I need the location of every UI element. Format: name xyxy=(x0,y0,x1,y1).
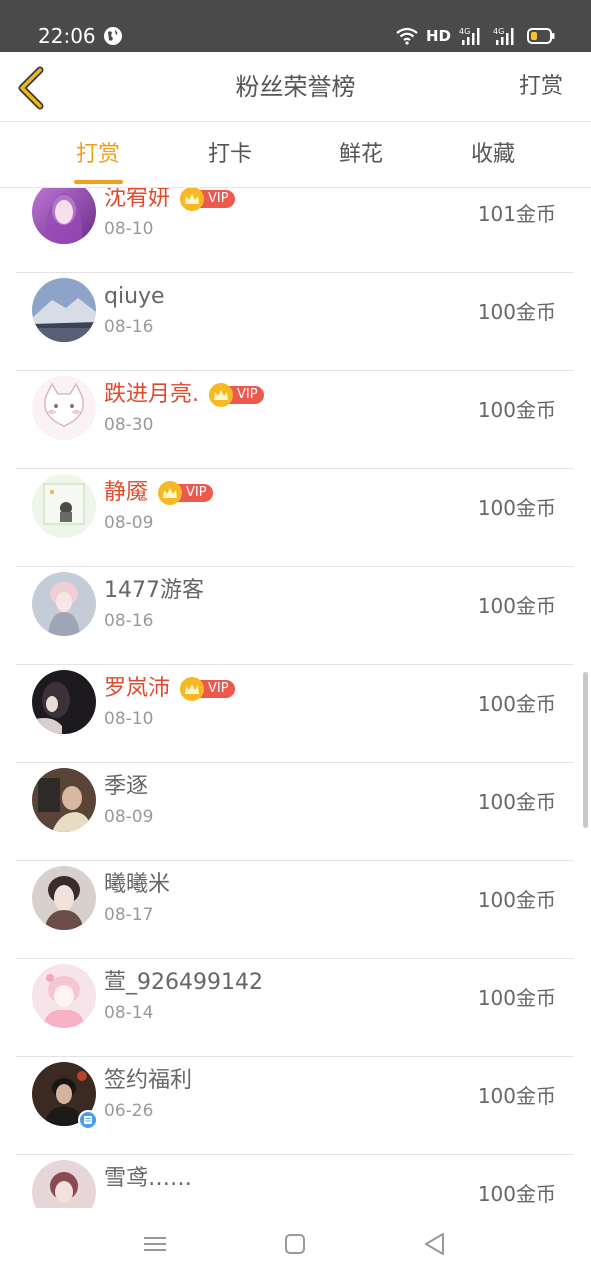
menu-icon[interactable] xyxy=(141,1230,169,1258)
list-item[interactable]: 雪鸢…… 100金币 xyxy=(16,1156,574,1208)
fan-date: 08-17 xyxy=(104,905,154,925)
fan-date: 08-09 xyxy=(104,807,154,827)
system-nav-bar xyxy=(0,1208,591,1280)
fan-amount: 100金币 xyxy=(477,692,556,716)
vip-badge: VIP xyxy=(180,677,235,701)
fan-amount: 100金币 xyxy=(477,1182,556,1206)
svg-text:4G: 4G xyxy=(493,27,504,36)
page-title: 粉丝荣誉榜 xyxy=(235,73,356,101)
battery-icon xyxy=(527,27,555,45)
signal-icon: 4G xyxy=(459,26,485,46)
globe-icon xyxy=(103,26,123,46)
list-item[interactable]: 罗岚沛 VIP 08-10 100金币 xyxy=(16,666,574,763)
fan-name: 签约福利 xyxy=(104,1068,193,1093)
list-item[interactable]: 沈宥妍 VIP 08-10 101金币 xyxy=(16,188,574,273)
avatar xyxy=(32,572,96,636)
fan-amount: 100金币 xyxy=(477,1084,556,1108)
list-item[interactable]: 季逐 08-09 100金币 xyxy=(16,764,574,861)
avatar xyxy=(32,964,96,1028)
vip-badge: VIP xyxy=(209,383,264,407)
fan-date: 06-26 xyxy=(104,1101,154,1121)
fan-name: 雪鸢…… xyxy=(104,1166,193,1191)
fan-amount: 101金币 xyxy=(477,202,556,226)
reward-action-button[interactable]: 打赏 xyxy=(519,72,563,102)
list-item[interactable]: 萱_926499142 08-14 100金币 xyxy=(16,960,574,1057)
fan-amount: 100金币 xyxy=(477,594,556,618)
fan-name: 季逐 xyxy=(104,774,149,799)
avatar xyxy=(32,278,96,342)
list-item[interactable]: 曦曦米 08-17 100金币 xyxy=(16,862,574,959)
status-time: 22:06 xyxy=(38,24,96,48)
fan-amount: 100金币 xyxy=(477,496,556,520)
fan-date: 08-30 xyxy=(104,415,154,435)
wifi-icon xyxy=(396,27,418,45)
avatar xyxy=(32,376,96,440)
avatar xyxy=(32,1160,96,1208)
header: 粉丝荣誉榜 打赏 xyxy=(0,52,591,122)
back-triangle-icon[interactable] xyxy=(421,1230,449,1258)
crown-icon xyxy=(180,677,205,701)
fan-date: 08-16 xyxy=(104,317,154,337)
home-icon[interactable] xyxy=(281,1230,309,1258)
fan-name: 曦曦米 xyxy=(104,872,171,897)
avatar xyxy=(32,188,96,244)
crown-icon xyxy=(209,383,233,407)
fan-name: qiuye xyxy=(104,284,165,309)
avatar xyxy=(32,670,96,734)
active-tab-indicator xyxy=(74,180,123,184)
fan-name: 罗岚沛 xyxy=(104,676,171,701)
fan-name: 沈宥妍 xyxy=(104,188,171,211)
fan-amount: 100金币 xyxy=(477,300,556,324)
fan-date: 08-14 xyxy=(104,1003,154,1023)
tab-flowers[interactable]: 鲜花 xyxy=(311,140,411,170)
tab-bar: 打赏 打卡 鲜花 收藏 xyxy=(0,122,591,188)
avatar xyxy=(32,768,96,832)
fan-amount: 100金币 xyxy=(477,398,556,422)
fan-amount: 100金币 xyxy=(477,888,556,912)
tab-checkin[interactable]: 打卡 xyxy=(180,140,280,170)
fan-date: 08-16 xyxy=(104,611,154,631)
hd-label: HD xyxy=(425,27,451,45)
fan-name: 跌进月亮. xyxy=(104,382,199,407)
scrollbar[interactable] xyxy=(583,672,588,828)
fan-date: 08-10 xyxy=(104,709,154,729)
tab-favorites[interactable]: 收藏 xyxy=(443,140,543,170)
crown-icon xyxy=(180,188,205,211)
vip-badge: VIP xyxy=(180,188,235,211)
fan-name: 1477游客 xyxy=(104,578,204,603)
list-item[interactable]: 跌进月亮. VIP 08-30 100金币 xyxy=(16,372,574,469)
list-item[interactable]: qiuye 08-16 100金币 xyxy=(16,274,574,371)
avatar xyxy=(32,474,96,538)
svg-text:4G: 4G xyxy=(459,27,470,36)
fan-date: 08-10 xyxy=(104,219,154,239)
list-item[interactable]: 1477游客 08-16 100金币 xyxy=(16,568,574,665)
tab-reward[interactable]: 打赏 xyxy=(48,140,148,170)
fan-name: 萱_926499142 xyxy=(104,970,263,995)
status-bar: 22:06 HD 4G 4G xyxy=(0,0,591,52)
signal-icon-2: 4G xyxy=(493,26,519,46)
fan-name: 静魇 xyxy=(104,480,149,505)
fan-date: 08-09 xyxy=(104,513,154,533)
vip-badge: VIP xyxy=(158,481,213,505)
certified-badge-icon xyxy=(78,1110,98,1130)
fan-amount: 100金币 xyxy=(477,986,556,1010)
fan-amount: 100金币 xyxy=(477,790,556,814)
crown-icon xyxy=(158,481,183,505)
avatar xyxy=(32,866,96,930)
fan-list: 沈宥妍 VIP 08-10 101金币 qiuye 08-16 100金币 跌进… xyxy=(0,188,591,1208)
list-item[interactable]: 静魇 VIP 08-09 100金币 xyxy=(16,470,574,567)
list-item[interactable]: 签约福利 06-26 100金币 xyxy=(16,1058,574,1155)
status-icons: HD 4G 4G xyxy=(396,24,555,48)
